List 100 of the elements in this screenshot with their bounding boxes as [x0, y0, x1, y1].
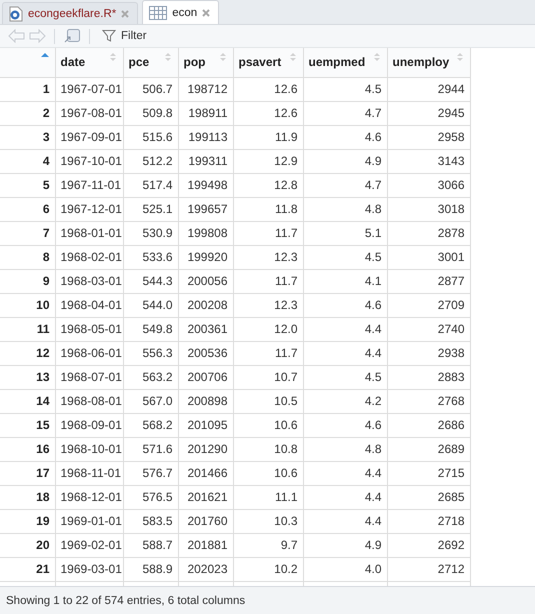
filter-icon: [102, 29, 116, 43]
table-cell: 201290: [178, 437, 233, 461]
table-cell: 1967-11-01: [55, 173, 123, 197]
table-cell: 2945: [387, 101, 470, 125]
table-cell: 506.7: [123, 77, 178, 101]
table-cell: 200706: [178, 365, 233, 389]
tab-label: econ: [172, 6, 198, 18]
editor-tab[interactable]: econgeekflare.R*: [2, 2, 138, 24]
table-cell: 1968-09-01: [55, 413, 123, 437]
table-cell: 1967-08-01: [55, 101, 123, 125]
table-cell: 10.6: [233, 461, 303, 485]
table-cell: 512.2: [123, 149, 178, 173]
filter-button[interactable]: Filter: [98, 29, 151, 43]
column-header[interactable]: psavert: [233, 48, 303, 77]
table-cell: 4.8: [303, 437, 387, 461]
table-cell: 2958: [387, 125, 470, 149]
table-cell: 200361: [178, 317, 233, 341]
table-cell: 1969-03-01: [55, 557, 123, 581]
table-cell: 11.7: [233, 221, 303, 245]
row-number: 12: [0, 341, 55, 365]
table-cell: 1967-09-01: [55, 125, 123, 149]
table-cell: 201621: [178, 485, 233, 509]
row-number: 4: [0, 149, 55, 173]
table-cell: 200898: [178, 389, 233, 413]
table-cell: 12.9: [233, 149, 303, 173]
table-cell: 5.1: [303, 221, 387, 245]
row-number: 10: [0, 293, 55, 317]
table-cell: 201466: [178, 461, 233, 485]
table-cell: 556.3: [123, 341, 178, 365]
table-cell: 563.2: [123, 365, 178, 389]
table-cell: 544.3: [123, 269, 178, 293]
table-cell: 198911: [178, 101, 233, 125]
table-cell: 198712: [178, 77, 233, 101]
sort-icon[interactable]: [218, 52, 226, 62]
sort-icon[interactable]: [372, 52, 380, 62]
table-cell: 201881: [178, 533, 233, 557]
table-cell: 10.8: [233, 437, 303, 461]
table-cell: 568.2: [123, 413, 178, 437]
table-cell: 544.0: [123, 293, 178, 317]
table-cell: 12.3: [233, 245, 303, 269]
column-header[interactable]: date: [55, 48, 123, 77]
row-number: 3: [0, 125, 55, 149]
column-header[interactable]: pce: [123, 48, 178, 77]
table-cell: 2685: [387, 485, 470, 509]
table-cell: 4.7: [303, 101, 387, 125]
table-cell: 200536: [178, 341, 233, 365]
table-cell: 2715: [387, 461, 470, 485]
close-icon[interactable]: [121, 10, 130, 18]
table-cell: 2938: [387, 341, 470, 365]
row-number: 2: [0, 101, 55, 125]
sort-icon[interactable]: [164, 52, 172, 62]
table-cell: 1969-02-01: [55, 533, 123, 557]
table-cell: 4.9: [303, 149, 387, 173]
row-number: 20: [0, 533, 55, 557]
table-cell: 4.0: [303, 557, 387, 581]
close-icon[interactable]: [202, 8, 210, 16]
table-cell: 200208: [178, 293, 233, 317]
sort-icon[interactable]: [456, 52, 464, 62]
table-cell: 199498: [178, 173, 233, 197]
popout-window-icon[interactable]: [63, 28, 81, 44]
table-cell: 1968-08-01: [55, 389, 123, 413]
table-cell: 1968-01-01: [55, 221, 123, 245]
sort-icon[interactable]: [288, 52, 296, 62]
table-cell: 533.6: [123, 245, 178, 269]
table-cell: 12.0: [233, 317, 303, 341]
table-cell: 201760: [178, 509, 233, 533]
table-cell: 4.4: [303, 341, 387, 365]
editor-tab[interactable]: econ: [142, 0, 220, 24]
row-number: 14: [0, 389, 55, 413]
status-bar: Showing 1 to 22 of 574 entries, 6 total columns: [0, 586, 535, 614]
table-cell: 11.9: [233, 125, 303, 149]
table-cell: 4.7: [303, 173, 387, 197]
table-cell: 10.7: [233, 365, 303, 389]
row-number: 9: [0, 269, 55, 293]
table-cell: 2689: [387, 437, 470, 461]
column-header[interactable]: unemploy: [387, 48, 470, 77]
table-cell: 1968-10-01: [55, 437, 123, 461]
row-number: 1: [0, 77, 55, 101]
table-cell: 2712: [387, 557, 470, 581]
table-cell: 4.5: [303, 77, 387, 101]
table-cell: 1968-12-01: [55, 485, 123, 509]
row-number: 13: [0, 365, 55, 389]
sort-icon[interactable]: [108, 52, 116, 62]
table-cell: 1968-03-01: [55, 269, 123, 293]
column-header[interactable]: pop: [178, 48, 233, 77]
table-cell: 199808: [178, 221, 233, 245]
table-cell: 10.6: [233, 413, 303, 437]
table-cell: 1968-06-01: [55, 341, 123, 365]
table-cell: 2768: [387, 389, 470, 413]
row-number: 21: [0, 557, 55, 581]
table-cell: 509.8: [123, 101, 178, 125]
table-cell: 10.5: [233, 389, 303, 413]
table-cell: 3143: [387, 149, 470, 173]
table-cell: 2878: [387, 221, 470, 245]
row-number: 7: [0, 221, 55, 245]
row-number: 18: [0, 485, 55, 509]
table-cell: 588.7: [123, 533, 178, 557]
table-cell: 2692: [387, 533, 470, 557]
table-cell: 2944: [387, 77, 470, 101]
column-header[interactable]: uempmed: [303, 48, 387, 77]
